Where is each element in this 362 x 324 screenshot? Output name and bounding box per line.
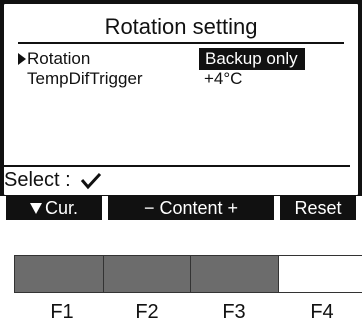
f1-label: F1 (50, 301, 74, 323)
select-label: Select : (4, 169, 71, 191)
f4-key[interactable] (278, 255, 362, 293)
select-hint: Select : (4, 168, 103, 192)
function-key-labels: F1 F2 F3 F4 (0, 300, 362, 324)
setting-value-highlighted[interactable]: Backup only (199, 48, 305, 70)
f2-label: F2 (135, 301, 159, 323)
page-title: Rotation setting (104, 14, 258, 39)
f3-label: F3 (222, 301, 246, 323)
footer-divider (4, 165, 350, 167)
lcd-frame: Rotation setting Rotation Backup only Te… (0, 0, 362, 199)
setting-label: TempDifTrigger (27, 69, 143, 88)
down-triangle-icon (29, 203, 42, 214)
softkey-bar: Cur. − Content + Reset (0, 196, 362, 223)
cursor-arrow-icon (18, 53, 26, 65)
f4-label: F4 (310, 301, 334, 323)
softkey-cursor[interactable]: Cur. (6, 196, 102, 220)
setting-value[interactable]: +4°C (204, 68, 242, 90)
f2-key[interactable] (103, 255, 191, 293)
f1-key[interactable] (14, 255, 104, 293)
setting-label: Rotation (27, 49, 91, 68)
softkey-content[interactable]: − Content + (108, 196, 274, 220)
function-keys (0, 255, 362, 295)
title-divider (18, 42, 344, 44)
f3-key[interactable] (190, 255, 279, 293)
checkmark-icon (81, 172, 102, 189)
softkey-reset[interactable]: Reset (280, 196, 356, 220)
